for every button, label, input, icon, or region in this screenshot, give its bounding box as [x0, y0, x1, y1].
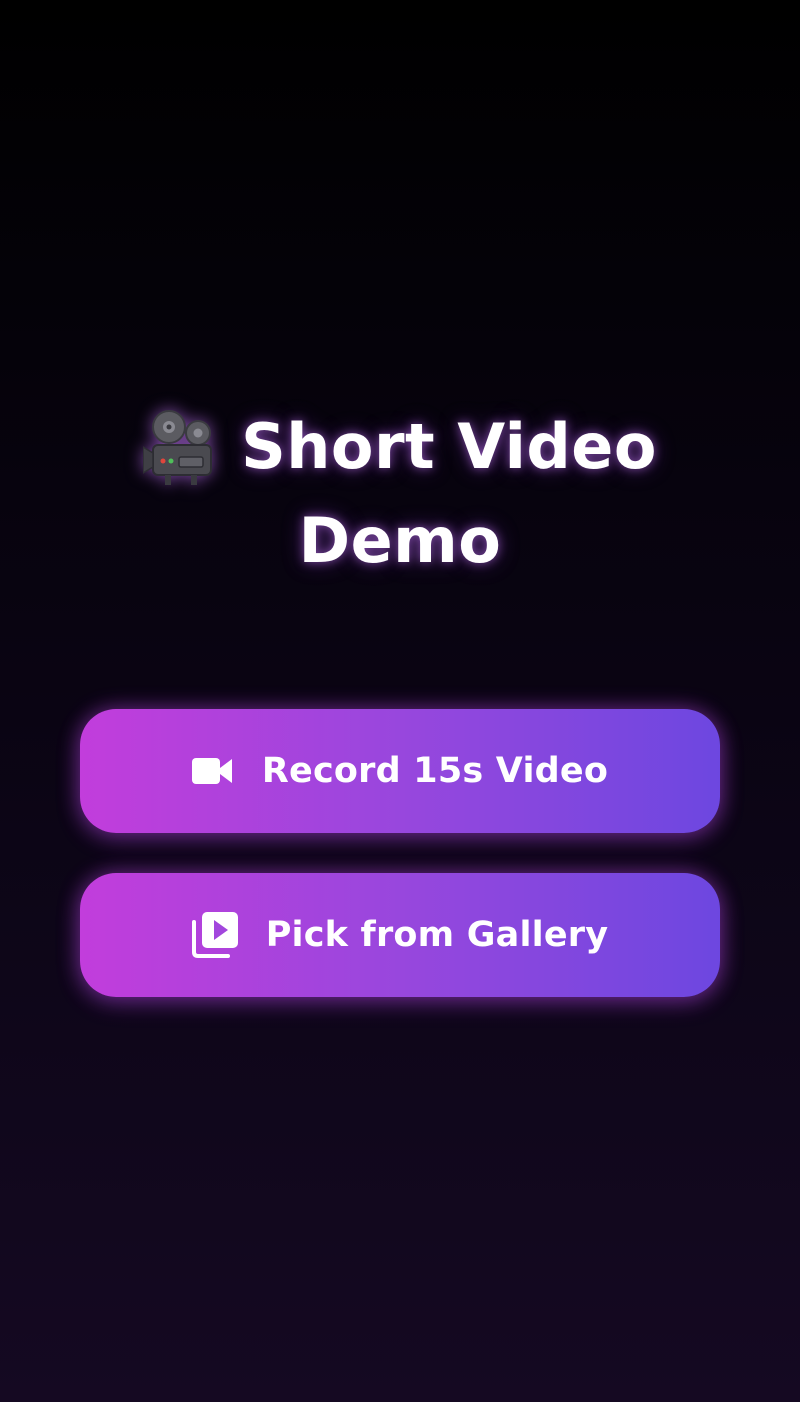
record-video-button[interactable]: Record 15s Video [80, 709, 720, 833]
title-line-2: Demo [0, 494, 800, 588]
title-text-line-2: Demo [298, 504, 502, 577]
pick-from-gallery-button[interactable]: Pick from Gallery [80, 873, 720, 997]
title-text-line-1: Short Video [241, 410, 657, 483]
pick-from-gallery-label: Pick from Gallery [265, 915, 609, 955]
title-line-1: Short Video [0, 400, 800, 494]
page-title: Short Video Demo [0, 400, 800, 588]
home-screen: Short Video Demo Record 15s Video Pick f… [0, 0, 800, 1402]
record-video-label: Record 15s Video [261, 751, 609, 791]
video-library-icon [191, 912, 238, 958]
videocam-icon [191, 756, 234, 786]
movie-camera-icon [142, 409, 221, 485]
